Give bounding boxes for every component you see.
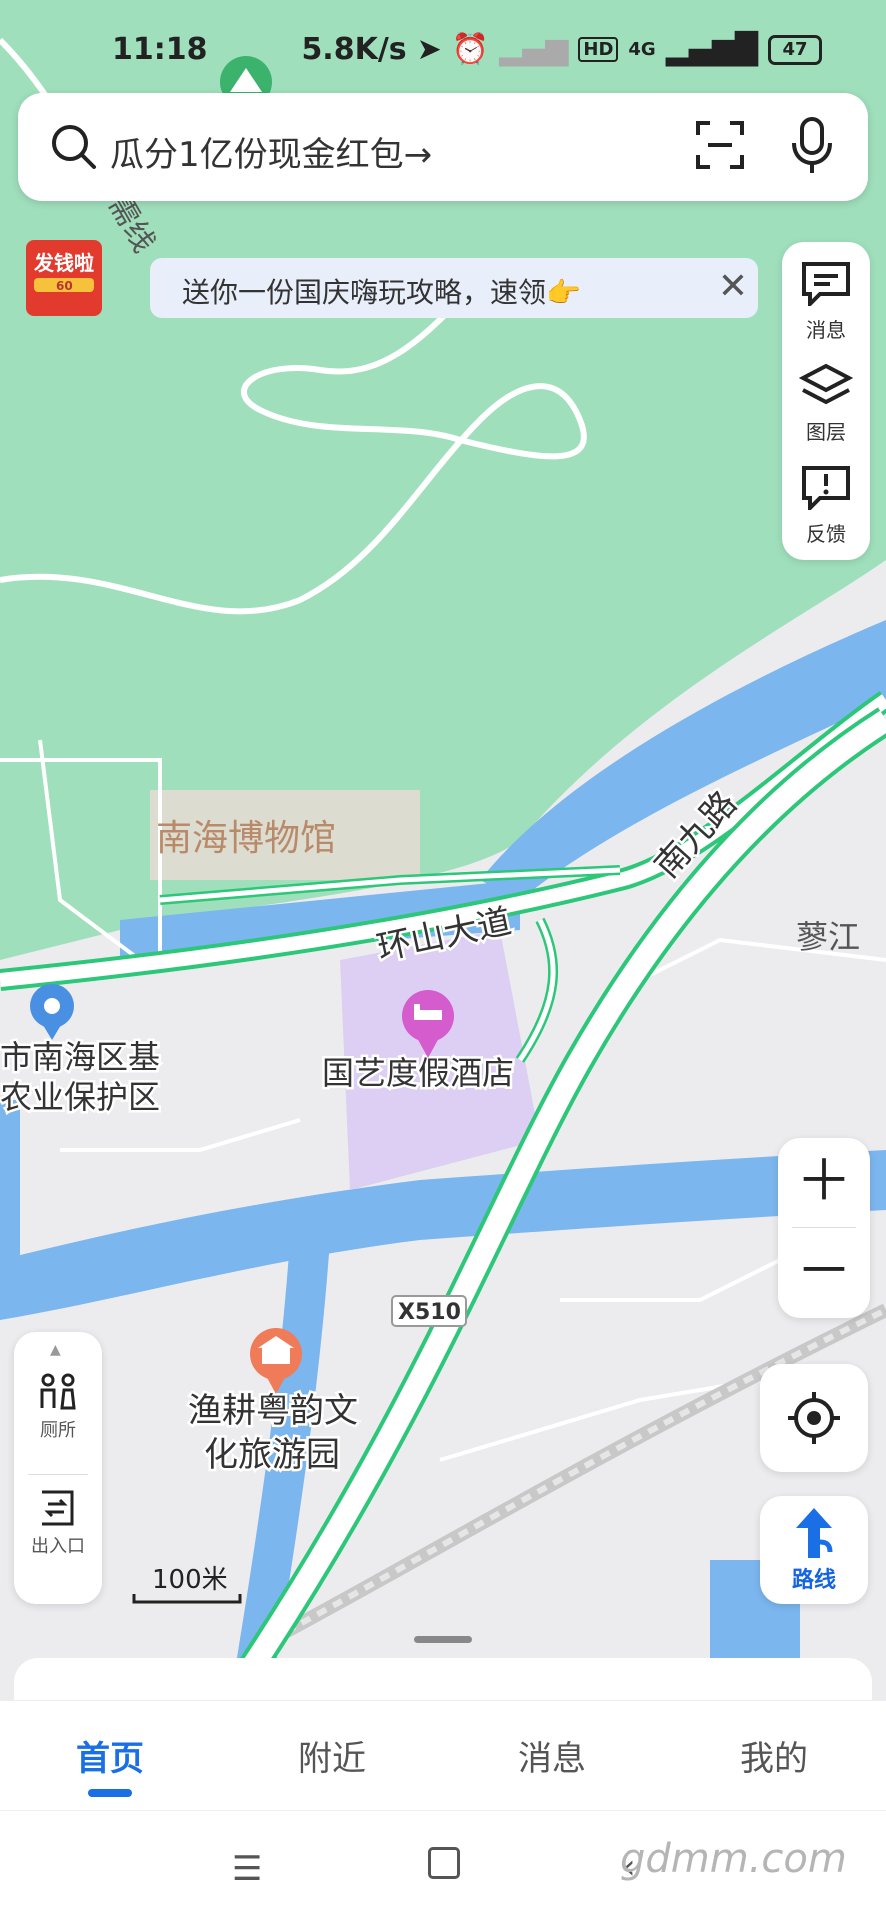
tab-mine[interactable]: 我的 xyxy=(740,1731,808,1780)
map-label-hotel: 国艺度假酒店 xyxy=(322,1054,514,1092)
layers-icon xyxy=(798,363,854,405)
status-bar: 11:18 5.8K/s ➤ ⏰ ▂▄▆ HD 4G ▂▄▆█ 47 xyxy=(0,0,886,100)
map-label-reserve-line2: 农业保护区 xyxy=(0,1078,160,1116)
messages-tool[interactable]: 消息 xyxy=(782,260,870,356)
entrance-tool[interactable]: 出入口 xyxy=(14,1488,102,1584)
map-canvas[interactable]: 需线 南海博物馆 环山大道 南九路 蓼江 国艺度假酒店 市南海区基 农业保护区 … xyxy=(0,0,886,1700)
layers-tool[interactable]: 图层 xyxy=(782,362,870,458)
crosshair-icon xyxy=(788,1392,840,1444)
feedback-tool[interactable]: 反馈 xyxy=(782,464,870,560)
map-label-park-line1: 渔耕粤韵文 xyxy=(188,1391,358,1431)
network-type: 4G xyxy=(628,39,656,60)
search-icon xyxy=(52,125,96,169)
net-speed: 5.8K/s xyxy=(301,32,407,67)
route-label: 路线 xyxy=(791,1568,836,1593)
status-time: 11:18 xyxy=(112,32,208,67)
map-label-museum: 南海博物馆 xyxy=(156,818,336,859)
map-label-liaojiang: 蓼江 xyxy=(796,918,860,956)
zoom-in-button[interactable]: ＋ xyxy=(778,1138,870,1226)
route-button[interactable]: 路线 xyxy=(760,1496,868,1604)
search-bar[interactable]: 瓜分1亿份现金红包→ xyxy=(18,93,868,201)
search-placeholder[interactable]: 瓜分1亿份现金红包→ xyxy=(110,127,432,176)
tab-home[interactable]: 首页 xyxy=(76,1731,144,1780)
divider xyxy=(28,1474,88,1475)
menu-nav-icon[interactable]: ☰ xyxy=(232,1849,262,1889)
tab-nearby[interactable]: 附近 xyxy=(298,1731,366,1780)
hd-icon: HD xyxy=(578,37,619,62)
toilet-icon xyxy=(40,1373,76,1410)
toilet-tool[interactable]: 厕所 xyxy=(14,1372,102,1468)
toilet-label: 厕所 xyxy=(40,1420,76,1441)
promo-red-envelope[interactable]: 发钱啦 60 xyxy=(18,232,110,324)
scan-icon[interactable] xyxy=(694,119,746,171)
collapse-arrow-icon[interactable]: ▲ xyxy=(50,1342,61,1358)
watermark: gdmm.com xyxy=(620,1836,847,1882)
status-right: 5.8K/s ➤ ⏰ ▂▄▆ HD 4G ▂▄▆█ 47 xyxy=(301,32,822,67)
battery-indicator: 47 xyxy=(768,34,822,65)
microphone-icon[interactable] xyxy=(790,117,834,175)
message-icon xyxy=(802,262,850,309)
tab-bar: 首页 附近 消息 我的 xyxy=(0,1700,886,1811)
tab-active-indicator xyxy=(88,1789,132,1797)
map-label-park-line2: 化旅游园 xyxy=(204,1435,340,1475)
messages-label: 消息 xyxy=(806,318,846,342)
feedback-label: 反馈 xyxy=(806,522,846,546)
banner-text[interactable]: 送你一份国庆嗨玩攻略，速领👉 xyxy=(182,271,581,311)
red-envelope-icon: 发钱啦 60 xyxy=(26,240,102,316)
feedback-icon xyxy=(802,466,850,513)
location-arrow-icon: ➤ xyxy=(416,32,442,67)
left-tool-panel: ▲ 厕所 出入口 xyxy=(14,1332,102,1604)
tab-messages[interactable]: 消息 xyxy=(518,1731,586,1780)
alarm-icon: ⏰ xyxy=(451,32,490,67)
svg-text:60: 60 xyxy=(56,279,73,293)
svg-text:发钱啦: 发钱啦 xyxy=(33,251,94,275)
map-scale-label: 100米 xyxy=(152,1565,228,1595)
sheet-handle[interactable] xyxy=(414,1636,472,1643)
right-tool-panel: 消息 图层 反馈 xyxy=(782,242,870,560)
signal-icon: ▂▄▆ xyxy=(499,32,569,67)
close-icon[interactable]: ✕ xyxy=(718,266,748,307)
promo-banner[interactable]: 送你一份国庆嗨玩攻略，速领👉 ✕ xyxy=(150,258,758,318)
signal-strength-icon: ▂▄▆█ xyxy=(665,32,758,67)
home-nav-icon[interactable] xyxy=(428,1847,460,1879)
entrance-icon xyxy=(42,1490,74,1526)
road-code-badge: X510 xyxy=(398,1300,461,1325)
route-arrow-icon xyxy=(796,1508,833,1558)
zoom-out-button[interactable]: － xyxy=(778,1228,870,1316)
zoom-control: ＋ － xyxy=(778,1138,870,1318)
map-label-reserve-line1: 市南海区基 xyxy=(0,1038,160,1076)
layers-label: 图层 xyxy=(806,420,846,444)
locate-button[interactable] xyxy=(760,1364,868,1472)
entrance-label: 出入口 xyxy=(31,1536,85,1557)
